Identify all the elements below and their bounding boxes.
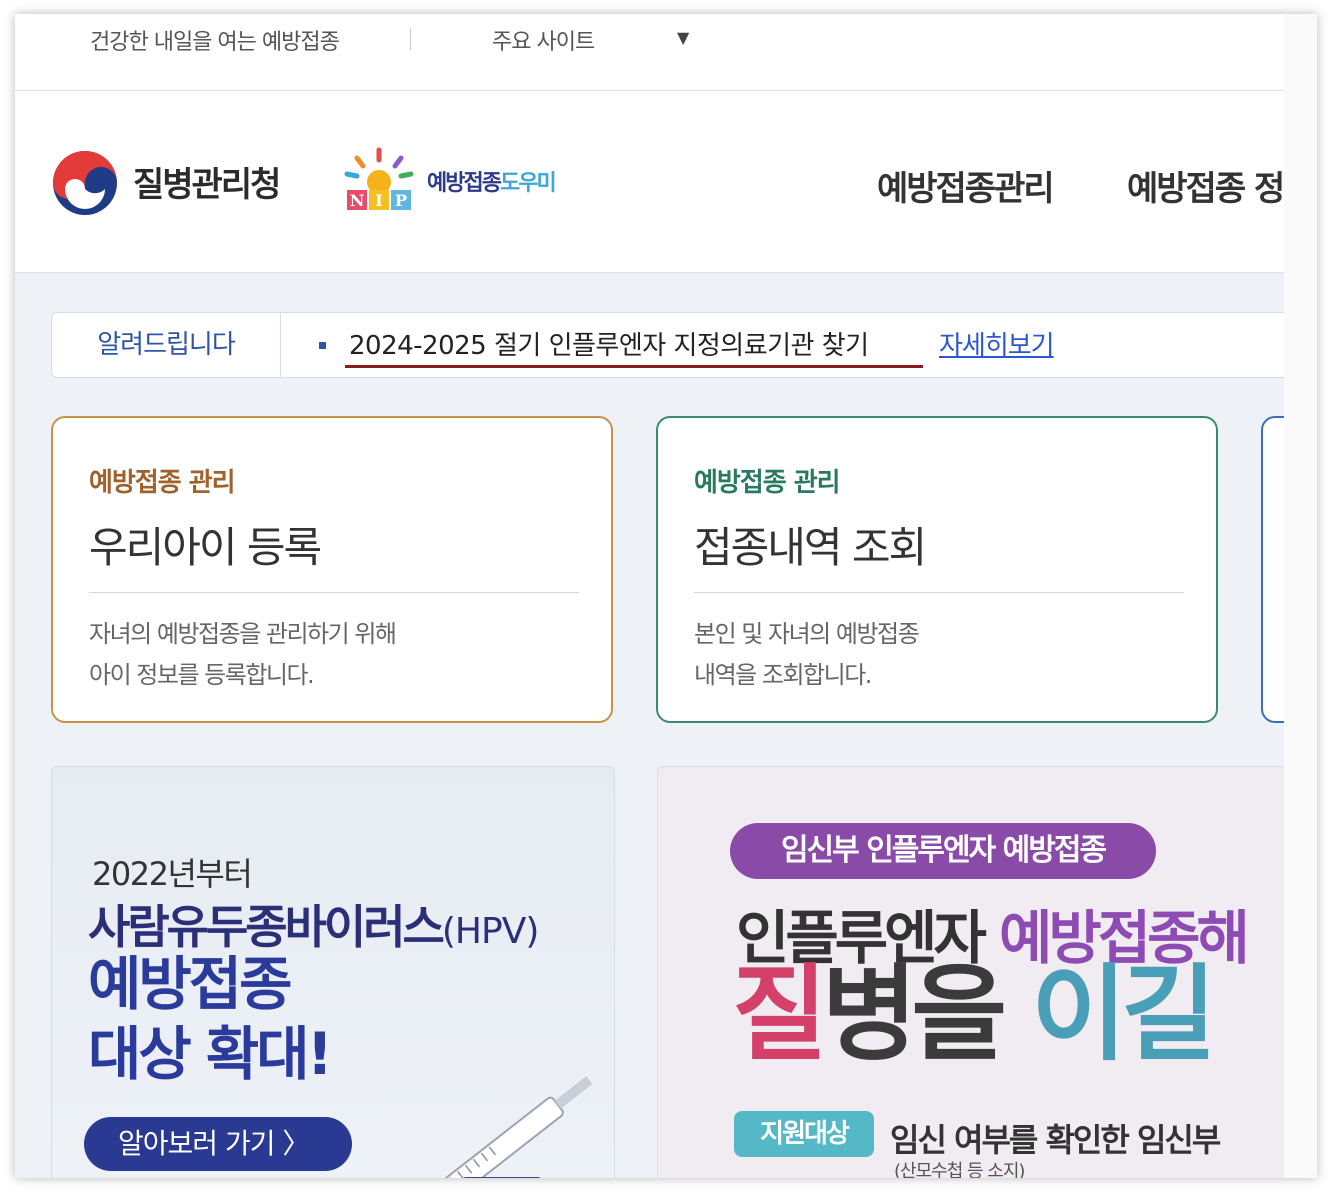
nip-logo-icon[interactable]: N I P — [343, 146, 421, 214]
utility-divider — [410, 28, 411, 50]
notice-bar: 알려드립니다 2024-2025 절기 인플루엔자 지정의료기관 찾기 자세히보… — [51, 312, 1284, 378]
svg-text:N: N — [350, 191, 365, 210]
notice-highlight-underline — [345, 365, 923, 368]
page-viewport: 건강한 내일을 여는 예방접종 주요 사이트 ▼ 질병관리청 N I P 예방접… — [15, 14, 1284, 1178]
notice-label: 알려드립니다 — [52, 313, 281, 377]
svg-text:I: I — [375, 191, 382, 210]
card-divider — [89, 592, 579, 593]
nip-name-part-b: 도우미 — [499, 171, 557, 196]
card-partial-third[interactable] — [1261, 416, 1284, 723]
gnb-vaccination-management[interactable]: 예방접종관리 — [877, 161, 1055, 210]
flu-big-part-2: 병을 — [821, 953, 1032, 1075]
support-target-tag: 지원대상 — [734, 1111, 874, 1157]
learn-more-button[interactable]: 알아보러 가기 〉 — [84, 1117, 352, 1171]
hpv-headline: 사람유두종바이러스(HPV) — [88, 891, 539, 957]
card-desc-line: 내역을 조회합니다. — [694, 661, 872, 689]
nip-name-part-a: 예방접종 — [427, 171, 502, 196]
card-category: 예방접종 관리 — [694, 468, 841, 498]
kdca-emblem-icon[interactable] — [51, 149, 119, 217]
hpv-subheadline-line: 예방접종 — [88, 950, 292, 1018]
site-header: 질병관리청 N I P 예방접종도우미 예방접종관리 예방접종 정 — [15, 91, 1284, 273]
nip-logo-text[interactable]: 예방접종도우미 — [427, 165, 557, 197]
hpv-subheadline-line: 대상 확대! — [88, 1020, 333, 1088]
card-divider — [694, 592, 1184, 593]
hpv-subheadline: 예방접종 대상 확대! — [88, 949, 333, 1089]
utility-bar: 건강한 내일을 여는 예방접종 주요 사이트 ▼ — [15, 14, 1284, 91]
card-category: 예방접종 관리 — [89, 468, 236, 498]
kdca-logo-text[interactable]: 질병관리청 — [133, 157, 281, 206]
flu-big-part-1: 질 — [732, 953, 828, 1075]
card-desc-line: 자녀의 예방접종을 관리하기 위해 — [89, 620, 397, 648]
support-target-text: 임신 여부를 확인한 임신부 — [890, 1121, 1221, 1159]
site-tagline: 건강한 내일을 여는 예방접종 — [90, 30, 340, 55]
card-vaccination-history[interactable]: 예방접종 관리 접종내역 조회 본인 및 자녀의 예방접종 내역을 조회합니다. — [656, 416, 1218, 723]
browser-frame: 건강한 내일을 여는 예방접종 주요 사이트 ▼ 질병관리청 N I P 예방접… — [15, 14, 1317, 1178]
support-target-note: (산모수첩 등 소지) — [894, 1161, 1025, 1178]
syringe-icon — [433, 1076, 593, 1178]
card-title: 접종내역 조회 — [694, 523, 927, 572]
flu-banner[interactable]: 임신부 인플루엔자 예방접종 인플루엔자 예방접종해 질병을 이길 지원대상 임… — [657, 766, 1284, 1178]
card-register-child[interactable]: 예방접종 관리 우리아이 등록 자녀의 예방접종을 관리하기 위해 아이 정보를… — [51, 416, 613, 723]
card-title: 우리아이 등록 — [89, 523, 322, 572]
svg-text:P: P — [395, 191, 407, 210]
gnb-vaccination-info[interactable]: 예방접종 정 — [1127, 161, 1284, 210]
right-gutter — [1284, 14, 1317, 1178]
flu-big-part-3: 이길 — [1031, 953, 1216, 1075]
card-description: 본인 및 자녀의 예방접종 내역을 조회합니다. — [694, 614, 920, 696]
hpv-headline-abbr: (HPV) — [441, 911, 539, 952]
bullet-icon — [319, 342, 326, 349]
notice-link[interactable]: 2024-2025 절기 인플루엔자 지정의료기관 찾기 — [349, 325, 869, 362]
card-desc-line: 아이 정보를 등록합니다. — [89, 661, 315, 689]
flu-big-headline: 질병을 이길 — [732, 959, 1217, 1069]
card-desc-line: 본인 및 자녀의 예방접종 — [694, 620, 920, 648]
flu-banner-pill: 임신부 인플루엔자 예방접종 — [730, 823, 1156, 879]
hpv-headline-main: 사람유두종바이러스 — [88, 900, 445, 954]
chevron-down-icon[interactable]: ▼ — [677, 28, 689, 47]
major-sites-dropdown[interactable]: 주요 사이트 — [492, 24, 595, 56]
hpv-banner[interactable]: 2022년부터 사람유두종바이러스(HPV) 예방접종 대상 확대! 알아보러 … — [51, 766, 615, 1178]
hpv-year: 2022년부터 — [92, 855, 253, 893]
card-description: 자녀의 예방접종을 관리하기 위해 아이 정보를 등록합니다. — [89, 614, 397, 696]
notice-more-link[interactable]: 자세히보기 — [939, 325, 1055, 362]
